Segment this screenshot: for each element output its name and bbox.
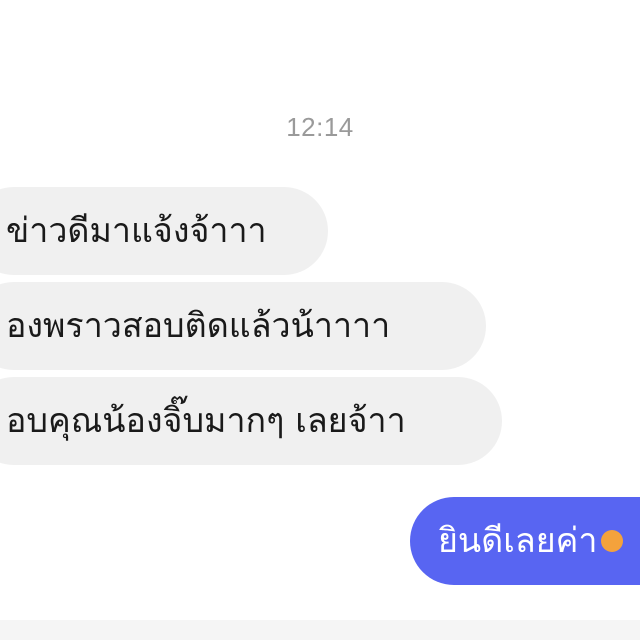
message-text: องพราวสอบติดแล้วน้าาาา	[6, 306, 391, 346]
outgoing-message-bubble[interactable]: ยินดีเลยค่า	[410, 497, 640, 585]
message-text: อบคุณน้องจิ๊บมากๆ เลยจ้าา	[6, 401, 406, 441]
incoming-message-bubble[interactable]: ข่าวดีมาแจ้งจ้าาา	[0, 187, 328, 275]
incoming-message-bubble[interactable]: องพราวสอบติดแล้วน้าาาา	[0, 282, 486, 370]
message-text: ยินดีเลยค่า	[438, 521, 598, 561]
composer-bar-edge	[0, 620, 640, 640]
chat-conversation: 12:14 ข่าวดีมาแจ้งจ้าาา องพราวสอบติดแล้ว…	[0, 0, 640, 640]
message-timestamp: 12:14	[286, 112, 354, 142]
incoming-message-bubble[interactable]: อบคุณน้องจิ๊บมากๆ เลยจ้าา	[0, 377, 502, 465]
message-text: ข่าวดีมาแจ้งจ้าาา	[6, 211, 267, 251]
emoji-icon	[601, 529, 624, 552]
